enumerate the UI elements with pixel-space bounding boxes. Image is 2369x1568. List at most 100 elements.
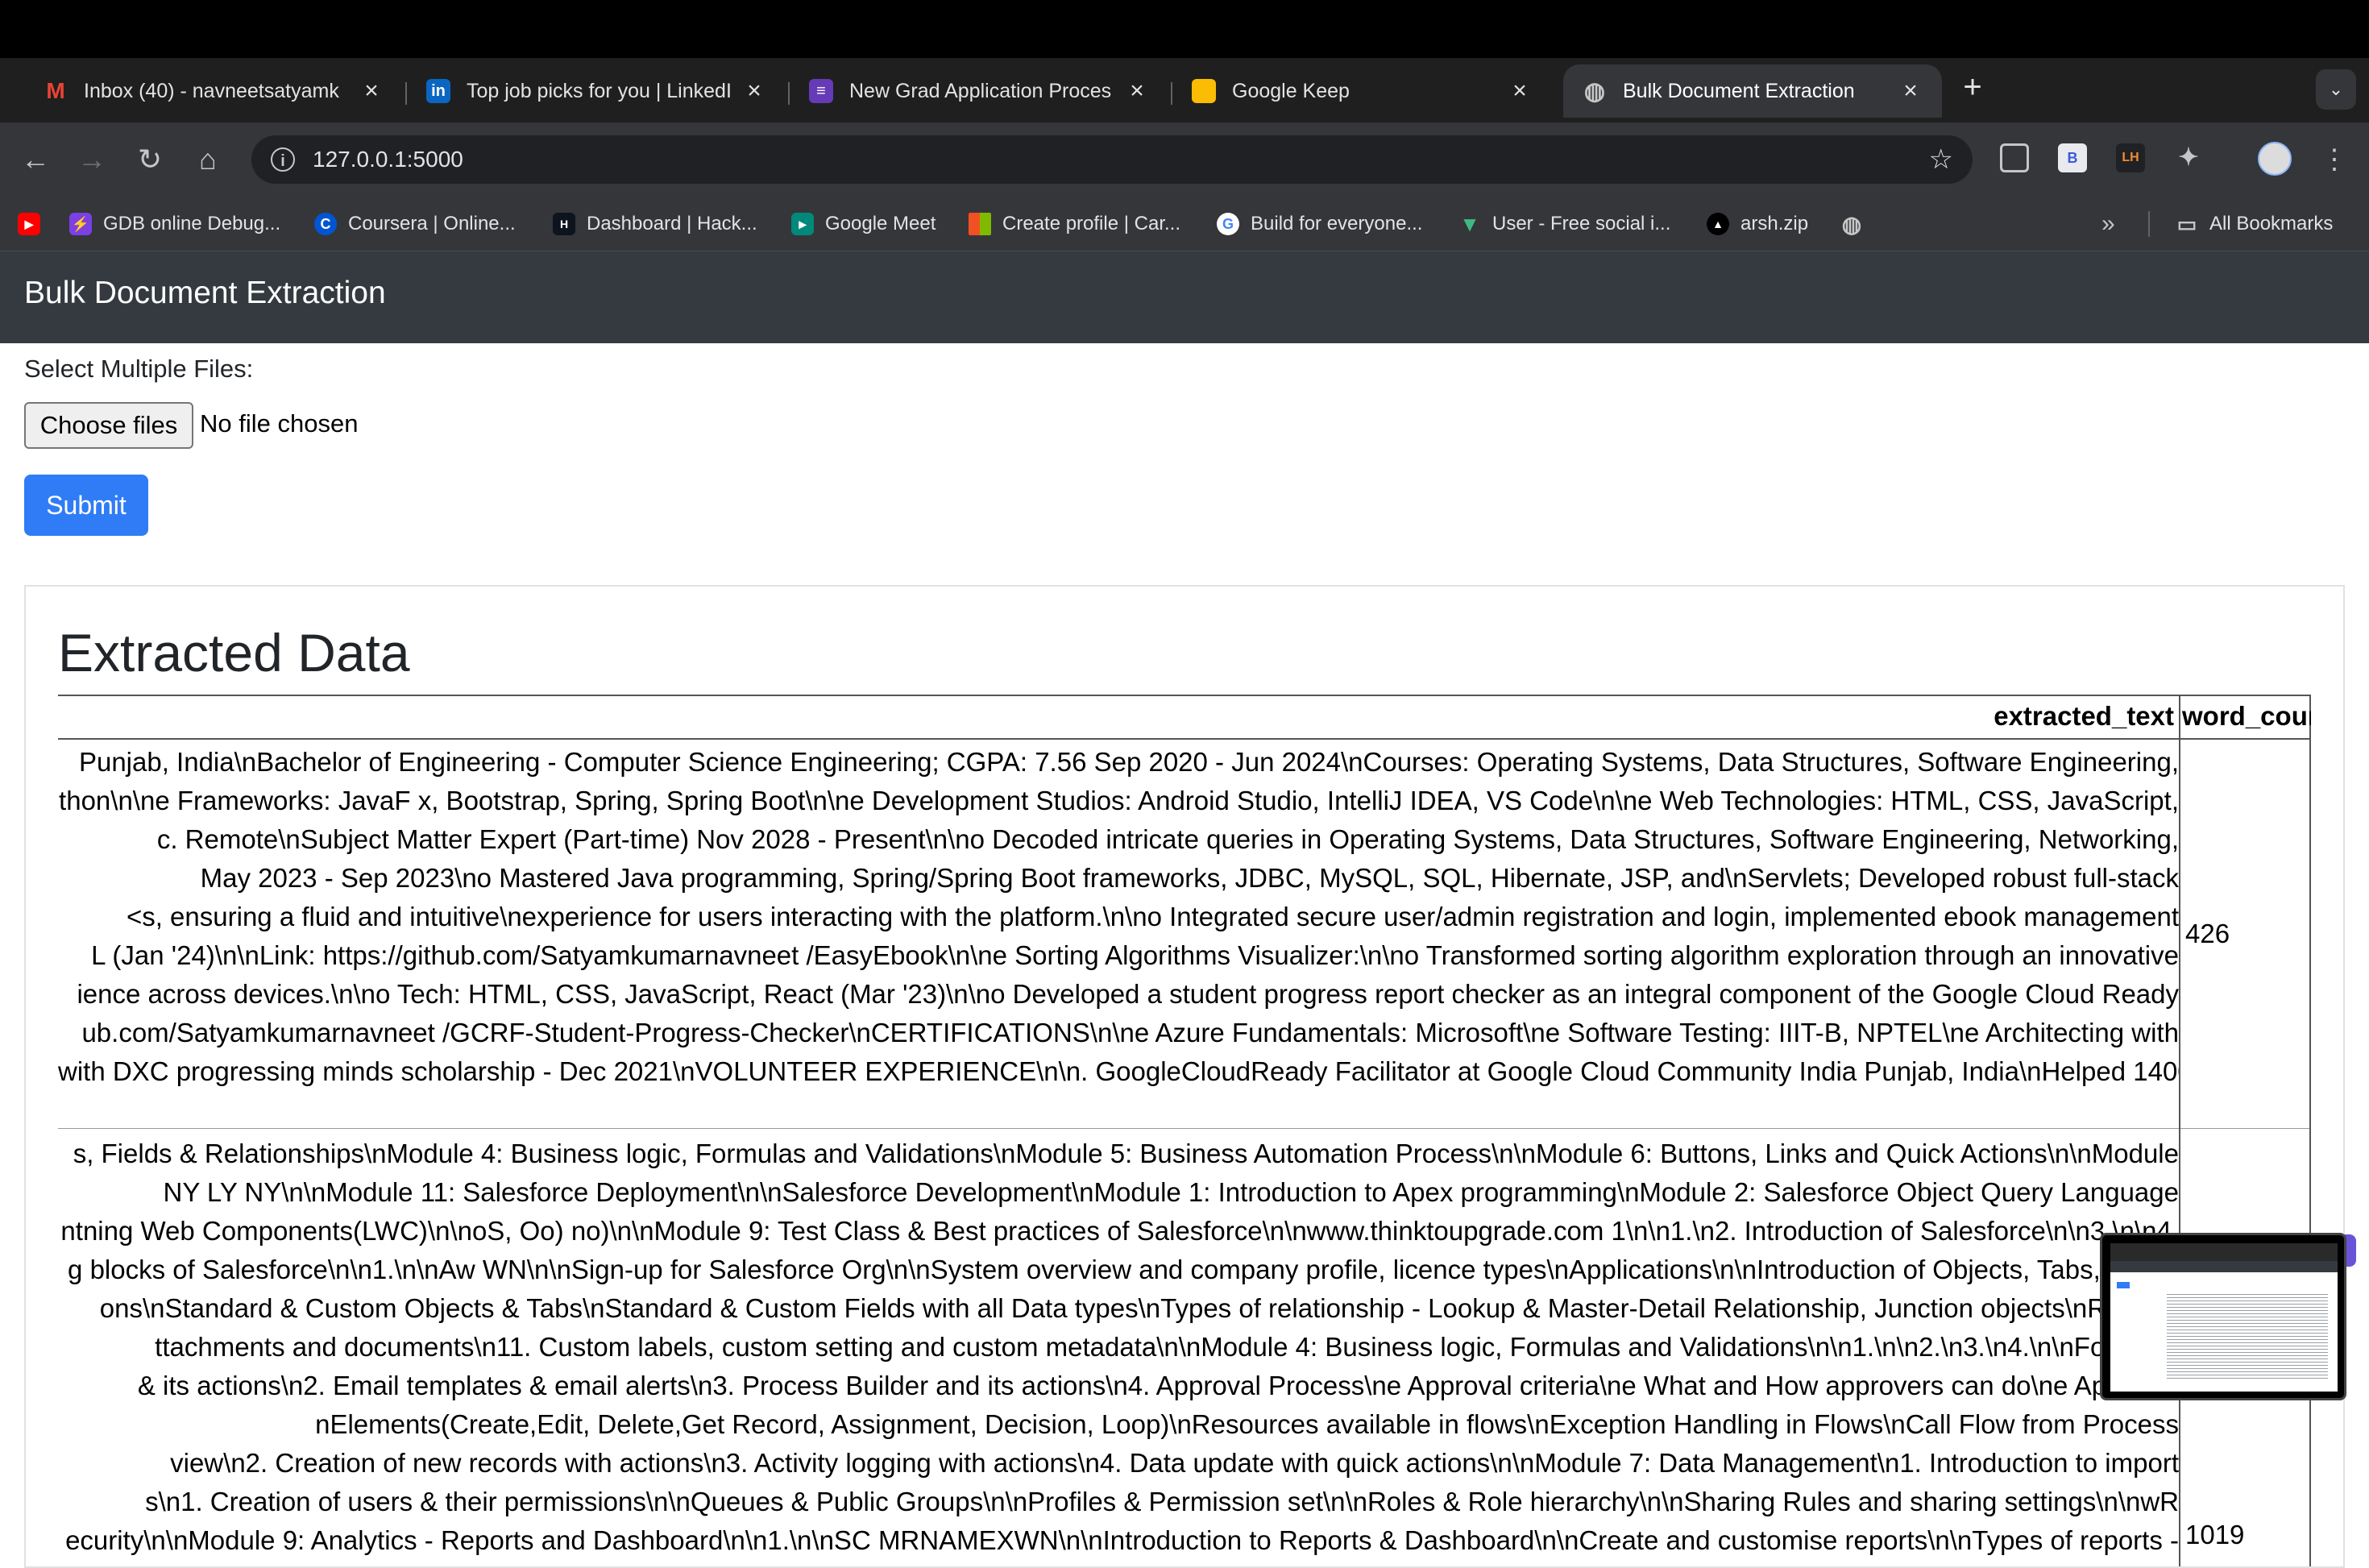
- picture-in-picture-icon[interactable]: [2000, 143, 2029, 172]
- tab-close-icon[interactable]: ×: [1898, 77, 1923, 105]
- back-icon[interactable]: ←: [18, 142, 53, 177]
- column-header-extracted-text: extracted_text: [1994, 701, 2174, 731]
- thumbnail-navbar: [2110, 1261, 2338, 1272]
- tab-title: Top job picks for you | LinkedI: [467, 79, 732, 102]
- forms-icon: ≡: [809, 79, 833, 103]
- app-brand[interactable]: Bulk Document Extraction: [24, 276, 386, 311]
- bookmark-label: Build for everyone...: [1251, 213, 1423, 234]
- bookmark-coursera[interactable]: C Coursera | Online...: [314, 208, 516, 240]
- submit-button[interactable]: Submit: [24, 475, 148, 536]
- tab-bulk-document-extraction[interactable]: ◍ Bulk Document Extraction ×: [1563, 64, 1942, 118]
- profile-avatar[interactable]: [2258, 142, 2292, 176]
- coursera-icon: C: [314, 213, 337, 235]
- extension-lh-icon[interactable]: LH: [2116, 143, 2145, 172]
- forward-icon[interactable]: →: [74, 142, 110, 177]
- home-icon[interactable]: ⌂: [190, 142, 226, 177]
- address-bar[interactable]: i 127.0.0.1:5000 ☆: [251, 135, 1973, 184]
- reload-icon[interactable]: ↻: [132, 142, 168, 177]
- extracted-text-line: L (Jan '24)\n\nLink: https://github.com/…: [91, 940, 2179, 970]
- bookmark-gdb[interactable]: ⚡ GDB online Debug...: [69, 208, 280, 240]
- bookmark-label: Google Meet: [825, 213, 936, 234]
- hackerrank-icon: H: [553, 213, 575, 235]
- tab-title: Inbox (40) - navneetsatyamk: [84, 79, 339, 102]
- all-bookmarks-button[interactable]: ▭ All Bookmarks: [2176, 208, 2334, 240]
- tab-strip: M Inbox (40) - navneetsatyamk × in Top j…: [0, 58, 2369, 122]
- tab-close-icon[interactable]: ×: [1125, 77, 1149, 105]
- tab-forms[interactable]: ≡ New Grad Application Proces ×: [790, 64, 1168, 118]
- extracted-text-line: & its actions\n2. Email templates & emai…: [137, 1371, 2179, 1400]
- extracted-text-line: nElements(Create,Edit, Delete,Get Record…: [315, 1409, 2179, 1439]
- triangle-icon: ▲: [1707, 213, 1729, 235]
- tab-title: Bulk Document Extraction: [1623, 79, 1855, 102]
- results-card: Extracted Data extracted_text word_count…: [24, 585, 2345, 1568]
- window-top-bar: [0, 0, 2369, 58]
- tab-keep[interactable]: Google Keep ×: [1172, 64, 1551, 118]
- bookmark-globe[interactable]: ◍: [1840, 208, 1874, 240]
- tab-close-icon[interactable]: ×: [742, 77, 766, 105]
- bookmark-label: Create profile | Car...: [1002, 213, 1180, 234]
- extension-b-icon[interactable]: B: [2058, 143, 2087, 172]
- bookmark-youtube[interactable]: ▶: [18, 208, 52, 240]
- extracted-text-line: with DXC progressing minds scholarship -…: [58, 1056, 2179, 1086]
- extracted-text-line: May 2023 - Sep 2023\no Mastered Java pro…: [200, 863, 2179, 893]
- url-text[interactable]: 127.0.0.1:5000: [313, 147, 1929, 172]
- table-row: Punjab, India\nBachelor of Engineering -…: [58, 743, 2179, 1122]
- extracted-text-line: thon\n\ne Frameworks: JavaF x, Bootstrap…: [59, 786, 2179, 815]
- all-bookmarks-label: All Bookmarks: [2209, 213, 2334, 234]
- bookmark-create-profile[interactable]: Create profile | Car...: [969, 208, 1180, 240]
- table-border: [58, 738, 2311, 740]
- tab-search-icon[interactable]: ⌄: [2316, 69, 2356, 110]
- file-field-label: Select Multiple Files:: [24, 355, 254, 383]
- extracted-text-line: g blocks of Salesforce\n\n1.\n\nAw WN\n\…: [68, 1255, 2179, 1284]
- column-divider: [2309, 695, 2311, 1566]
- linkedin-icon: in: [426, 79, 450, 103]
- tab-close-icon[interactable]: ×: [1508, 77, 1532, 105]
- extracted-text-line: ttachments and documents\n11. Custom lab…: [155, 1332, 2179, 1362]
- tab-title: New Grad Application Proces: [849, 79, 1112, 102]
- bookmark-label: GDB online Debug...: [103, 213, 281, 234]
- word-count-cell: 1019: [2185, 1520, 2245, 1549]
- gmail-icon: M: [46, 78, 65, 103]
- site-info-icon[interactable]: i: [271, 147, 295, 172]
- thumbnail-preview: [2110, 1243, 2338, 1392]
- bookmark-arsh-zip[interactable]: ▲ arsh.zip: [1707, 208, 1808, 240]
- bookmark-star-icon[interactable]: ☆: [1929, 143, 1953, 176]
- bookmark-google-meet[interactable]: ▸ Google Meet: [791, 208, 936, 240]
- column-header-word-count: word_count: [2182, 701, 2311, 731]
- file-status-text: No file chosen: [200, 409, 359, 438]
- screenshot-thumbnail[interactable]: [2100, 1233, 2346, 1400]
- bookmark-build-for-everyone[interactable]: G Build for everyone...: [1217, 208, 1422, 240]
- extracted-text-line: <s, ensuring a fluid and intuitive\nexpe…: [126, 902, 2179, 931]
- bookmark-label: Coursera | Online...: [348, 213, 516, 234]
- bookmarks-overflow-icon[interactable]: »: [2101, 208, 2115, 240]
- meet-icon: ▸: [791, 213, 814, 235]
- extracted-text-line: ntning Web Components(LWC)\n\noS, Oo) no…: [60, 1216, 2179, 1246]
- keep-icon: [1192, 79, 1216, 103]
- bookmark-user-free-social[interactable]: ▼ User - Free social i...: [1458, 208, 1670, 240]
- bolt-icon: ⚡: [69, 213, 92, 235]
- app-navbar: Bulk Document Extraction: [0, 251, 2369, 343]
- extensions-puzzle-icon[interactable]: ✦: [2174, 143, 2203, 172]
- bookmark-label: User - Free social i...: [1492, 213, 1671, 234]
- extracted-text-line: ons\nStandard & Custom Objects & Tabs\nS…: [99, 1293, 2179, 1323]
- tab-linkedin[interactable]: in Top job picks for you | LinkedI ×: [407, 64, 786, 118]
- tab-title: Google Keep: [1232, 79, 1350, 102]
- youtube-icon: ▶: [18, 213, 40, 235]
- extracted-text-line: ub.com/Satyamkumarnavneet /GCRF-Student-…: [81, 1018, 2179, 1047]
- table-row: s, Fields & Relationships\nModule 4: Bus…: [58, 1135, 2179, 1566]
- folder-icon: ▭: [2176, 211, 2197, 236]
- extracted-data-table: extracted_text word_count Punjab, India\…: [58, 695, 2311, 1566]
- more-menu-icon[interactable]: ⋮: [2321, 142, 2348, 177]
- bookmark-label: arsh.zip: [1740, 213, 1809, 234]
- choose-files-button[interactable]: Choose files: [24, 402, 193, 449]
- thumbnail-button: [2117, 1282, 2130, 1288]
- extracted-text-line: ecurity\n\nModule 9: Analytics - Reports…: [65, 1525, 2179, 1555]
- globe-icon: ◍: [1841, 211, 1862, 237]
- thumbnail-text-lines: [2167, 1292, 2328, 1380]
- tab-gmail[interactable]: M Inbox (40) - navneetsatyamk ×: [24, 64, 403, 118]
- bookmark-hackerrank[interactable]: H Dashboard | Hack...: [553, 208, 757, 240]
- extracted-text-line: c. Remote\nSubject Matter Expert (Part-t…: [156, 824, 2179, 854]
- tab-close-icon[interactable]: ×: [359, 77, 384, 105]
- column-divider: [2179, 695, 2180, 1566]
- new-tab-icon[interactable]: +: [1955, 69, 1990, 105]
